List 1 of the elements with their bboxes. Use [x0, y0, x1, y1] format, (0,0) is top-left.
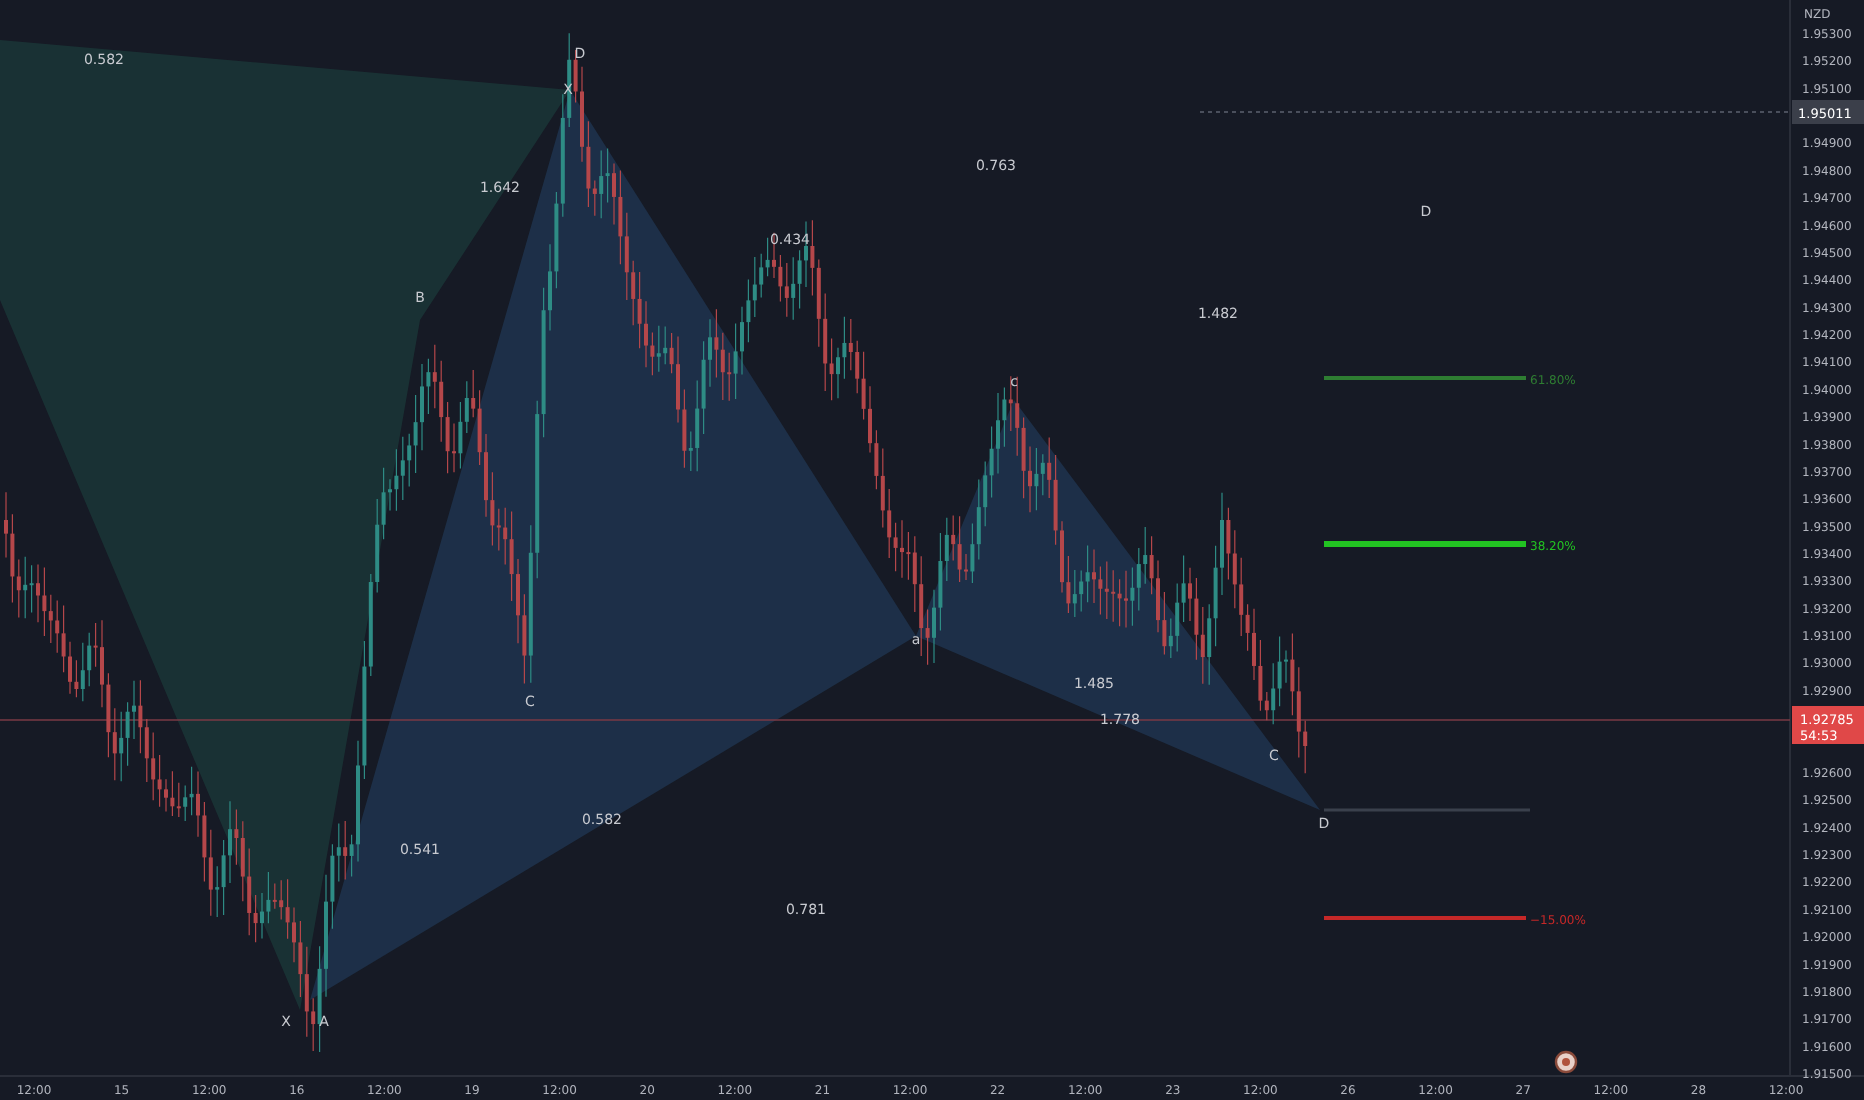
circle-icon[interactable] [1554, 1050, 1578, 1074]
